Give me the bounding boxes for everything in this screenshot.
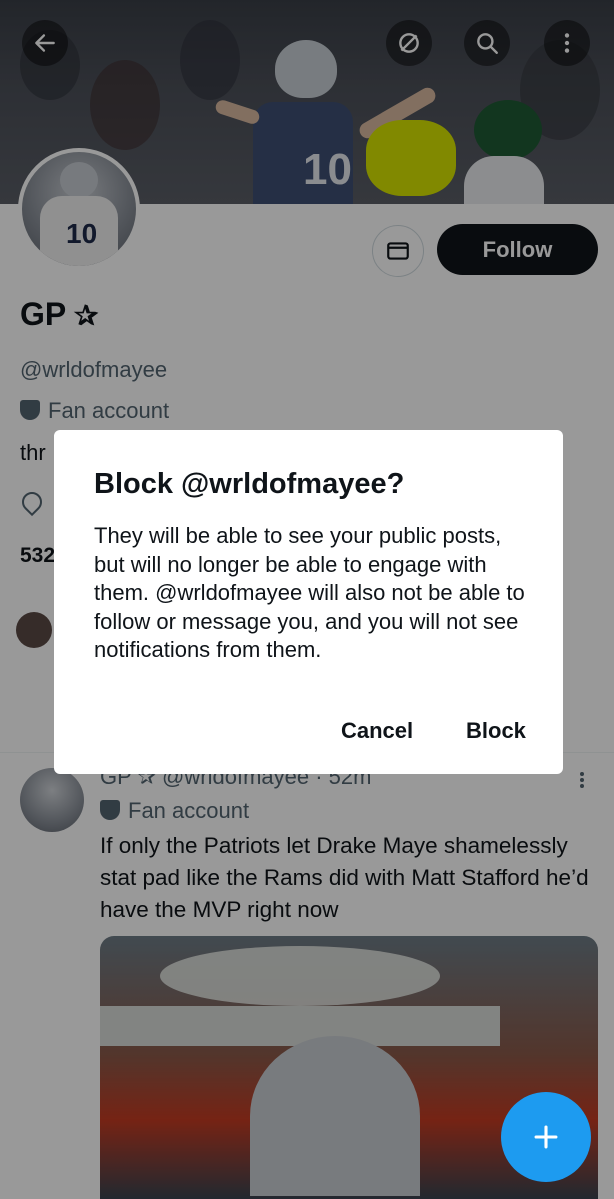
dialog-title: Block @wrldofmayee? <box>94 468 405 500</box>
dialog-body: They will be able to see your public pos… <box>94 523 525 663</box>
cancel-button[interactable]: Cancel <box>341 718 413 744</box>
compose-button[interactable] <box>501 1092 591 1182</box>
block-dialog: Block @wrldofmayee? They will be able to… <box>54 430 563 774</box>
plus-icon <box>534 1125 558 1149</box>
block-button[interactable]: Block <box>466 718 526 744</box>
